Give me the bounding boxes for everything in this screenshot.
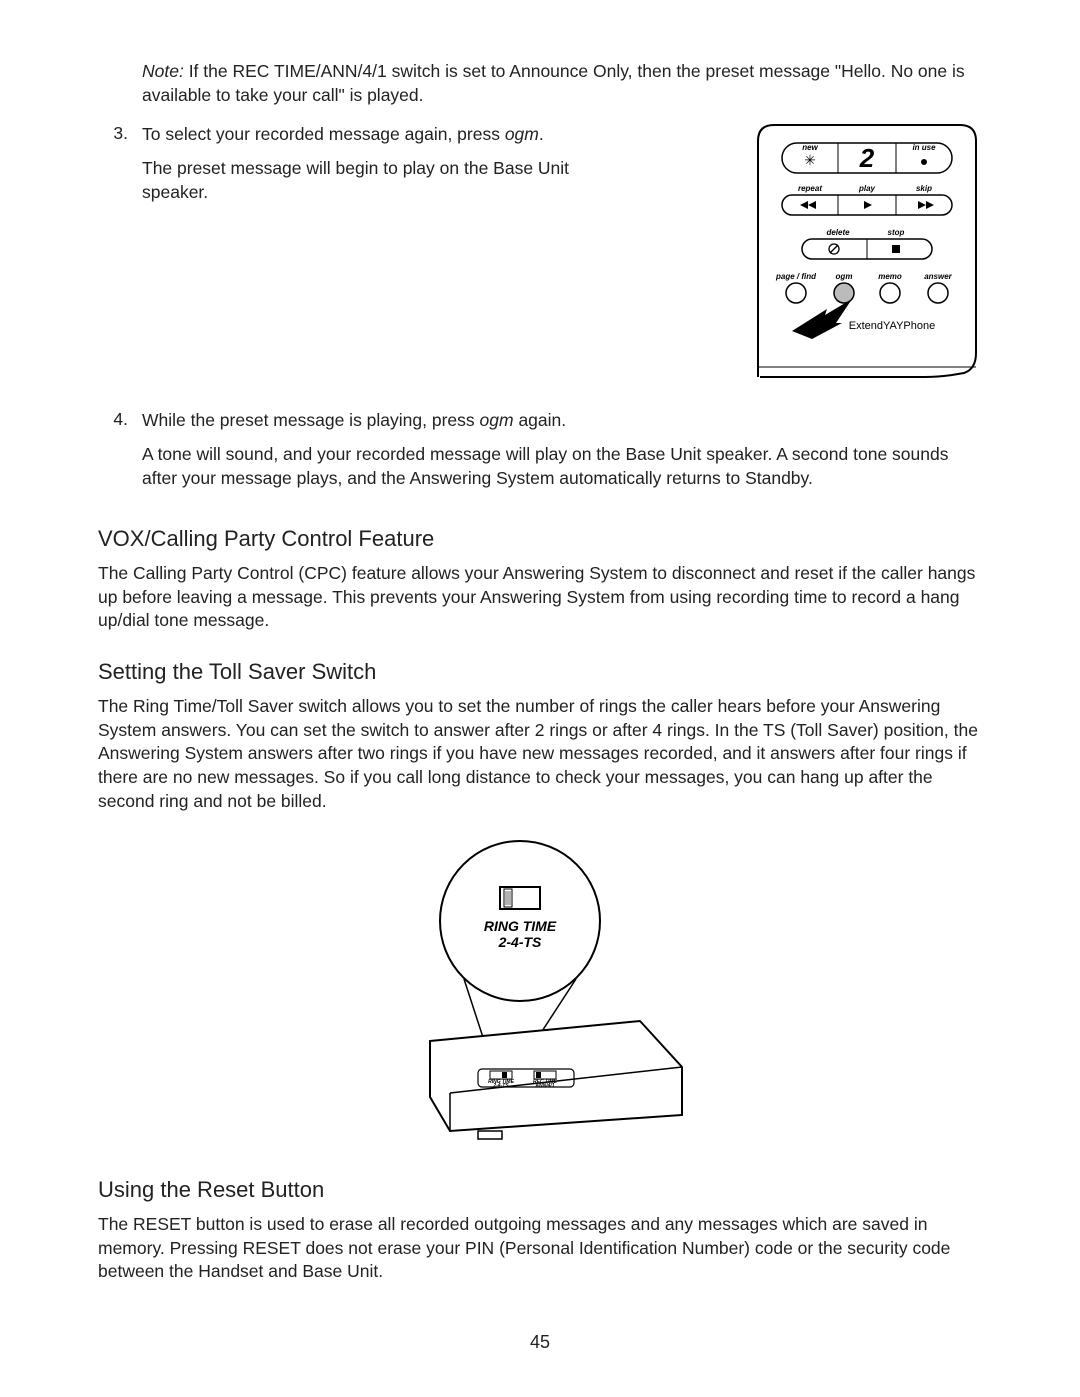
rewind-icon <box>800 201 808 209</box>
play-icon <box>864 201 872 209</box>
panel-label-memo: memo <box>878 272 902 281</box>
note-label: Note: <box>142 61 184 81</box>
body-reset: The RESET button is used to erase all re… <box>98 1213 982 1284</box>
step-4: 4. While the preset message is playing, … <box>98 409 982 500</box>
pagefind-button <box>786 283 806 303</box>
inuse-dot-icon <box>921 159 927 165</box>
ring-time-figure: RING TIME 2-4-TS RING TIME 2-4-TS REC TI… <box>98 831 982 1141</box>
panel-label-play: play <box>858 184 876 193</box>
panel-brand: ExtendYAYPhone <box>849 320 935 332</box>
memo-button <box>880 283 900 303</box>
base-panel-svg: new ✳ 2 in use repeat play skip delete s… <box>752 123 982 379</box>
panel-label-answer: answer <box>924 272 952 281</box>
panel-label-repeat: repeat <box>798 184 822 193</box>
step-4-body: While the preset message is playing, pre… <box>142 409 982 500</box>
step-4-text-b: again. <box>514 410 567 430</box>
star-icon: ✳ <box>804 152 816 168</box>
page-number: 45 <box>0 1332 1080 1353</box>
body-vox: The Calling Party Control (CPC) feature … <box>98 562 982 633</box>
step-4-text-a: While the preset message is playing, pre… <box>142 410 480 430</box>
ring-time-svg: RING TIME 2-4-TS RING TIME 2-4-TS REC TI… <box>390 831 690 1141</box>
step-4-ogm: ogm <box>480 410 514 430</box>
panel-label-ogm: ogm <box>836 272 853 281</box>
ringtime-label-1: RING TIME <box>484 918 557 934</box>
ffwd-icon <box>918 201 926 209</box>
panel-label-new: new <box>802 143 818 152</box>
vox-cpc: CPC <box>304 563 341 583</box>
step-3-text-b: . <box>539 124 544 144</box>
step-3-text-a: To select your recorded message again, p… <box>142 124 505 144</box>
base-foot <box>478 1131 502 1139</box>
base-panel-figure: new ✳ 2 in use repeat play skip delete s… <box>752 123 982 379</box>
body-toll: The Ring Time/Toll Saver switch allows y… <box>98 695 982 813</box>
step-3-ogm: ogm <box>505 124 539 144</box>
answer-button <box>928 283 948 303</box>
step-3-sub: The preset message will begin to play on… <box>142 158 569 202</box>
sw2-label-b: ANN/4/1 <box>534 1083 554 1089</box>
panel-label-delete: delete <box>826 228 850 237</box>
note-block: Note: If the REC TIME/ANN/4/1 switch is … <box>142 60 982 107</box>
heading-toll: Setting the Toll Saver Switch <box>98 659 982 685</box>
panel-label-stop: stop <box>888 228 905 237</box>
sw1-label-b: 2-4-TS <box>492 1083 509 1089</box>
step-3: 3. To select your recorded message again… <box>98 123 738 214</box>
panel-label-pagefind: page / find <box>775 272 817 281</box>
note-text: If the REC TIME/ANN/4/1 switch is set to… <box>142 61 965 105</box>
reset-pin: PIN <box>465 1238 494 1258</box>
step-4-number: 4. <box>98 409 142 430</box>
step-3-body: To select your recorded message again, p… <box>142 123 738 214</box>
heading-reset: Using the Reset Button <box>98 1177 982 1203</box>
panel-label-inuse: in use <box>912 143 936 152</box>
stop-icon <box>892 245 900 253</box>
ringtime-label-2: 2-4-TS <box>498 934 542 950</box>
vox-body-a: The Calling Party Control ( <box>98 563 304 583</box>
step-3-number: 3. <box>98 123 142 144</box>
panel-display-value: 2 <box>859 143 875 173</box>
arrow-icon <box>792 299 852 339</box>
panel-label-skip: skip <box>916 184 932 193</box>
manual-page: Note: If the REC TIME/ANN/4/1 switch is … <box>0 0 1080 1397</box>
heading-vox: VOX/Calling Party Control Feature <box>98 526 982 552</box>
step-4-sub: A tone will sound, and your recorded mes… <box>142 444 948 488</box>
